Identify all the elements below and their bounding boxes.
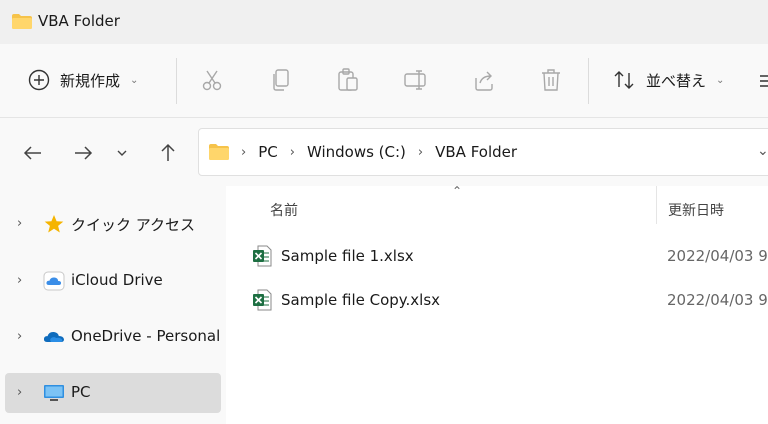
command-bar: 新規作成 ⌄ 並べ替え ⌄ [0,44,768,118]
column-header-name[interactable]: 名前 [270,200,298,220]
share-button[interactable] [470,66,498,94]
onedrive-icon [43,331,64,342]
sidebar-item-label: クイック アクセス [71,216,196,234]
address-dropdown-icon[interactable]: ⌄ [757,143,768,159]
file-row[interactable]: Sample file 1.xlsx 2022/04/03 9 [226,236,768,276]
sort-icon [614,71,634,89]
more-options-icon[interactable] [758,72,768,90]
paste-button[interactable] [334,66,362,94]
folder-icon [12,14,32,29]
window-title: VBA Folder [38,12,120,30]
breadcrumb: › PC › Windows (C:) › VBA Folder [241,143,517,161]
rename-icon [404,70,426,90]
breadcrumb-item-drive[interactable]: Windows (C:) [307,143,406,161]
expand-chevron-icon[interactable]: › [17,216,22,231]
sidebar-item-label: OneDrive - Personal [71,327,221,345]
toolbar-separator [176,58,177,104]
breadcrumb-item-folder[interactable]: VBA Folder [435,143,517,161]
breadcrumb-chevron-icon[interactable]: › [290,145,295,160]
file-row[interactable]: Sample file Copy.xlsx 2022/04/03 9 [226,280,768,320]
sort-ascending-icon: ⌃ [452,184,463,198]
share-icon [475,71,493,91]
file-modified-date: 2022/04/03 9 [667,291,768,309]
paste-icon [338,68,358,91]
sidebar-item-quick-access[interactable]: › クイック アクセス [5,204,221,244]
column-header-date[interactable]: 更新日時 [668,200,724,220]
breadcrumb-item-pc[interactable]: PC [258,143,278,161]
sidebar-item-icloud-drive[interactable]: › iCloud Drive [5,261,221,301]
file-name: Sample file 1.xlsx [281,247,414,265]
title-bar: VBA Folder [0,0,768,44]
breadcrumb-chevron-icon[interactable]: › [241,145,246,160]
excel-file-icon [253,289,272,311]
excel-file-icon [253,245,272,267]
address-bar-row: › PC › Windows (C:) › VBA Folder ⌄ [0,118,768,186]
plus-circle-icon [28,69,50,91]
cut-icon [202,70,222,91]
star-icon [44,215,64,233]
new-button[interactable]: 新規作成 ⌄ [28,64,138,96]
sidebar-item-pc[interactable]: › PC [5,373,221,413]
icloud-icon [43,271,65,291]
sort-button[interactable]: 並べ替え ⌄ [612,64,724,96]
expand-chevron-icon[interactable]: › [17,329,22,344]
navigation-pane: › クイック アクセス › iCloud Drive › OneDrive - … [0,186,226,424]
column-divider[interactable] [656,186,657,224]
copy-icon [273,69,289,91]
sidebar-item-onedrive[interactable]: › OneDrive - Personal [5,317,221,357]
breadcrumb-chevron-icon[interactable]: › [418,145,423,160]
address-field[interactable]: › PC › Windows (C:) › VBA Folder ⌄ [198,128,768,176]
delete-icon [542,69,560,91]
pc-icon [44,385,64,401]
chevron-down-icon: ⌄ [130,74,139,86]
folder-icon [209,144,229,160]
file-list: ⌃ 名前 更新日時 Sample file 1.xlsx 2022/04/03 … [226,184,768,424]
chevron-down-icon: ⌄ [716,74,725,86]
file-modified-date: 2022/04/03 9 [667,247,768,265]
rename-button[interactable] [402,66,430,94]
copy-button[interactable] [267,66,295,94]
sidebar-item-label: PC [71,383,91,401]
back-arrow-icon[interactable] [20,140,46,166]
new-button-label: 新規作成 [60,71,121,90]
expand-chevron-icon[interactable]: › [17,385,22,400]
file-name: Sample file Copy.xlsx [281,291,441,309]
forward-arrow-icon[interactable] [70,140,96,166]
expand-chevron-icon[interactable]: › [17,273,22,288]
sort-button-label: 並べ替え [646,71,707,90]
sidebar-item-label: iCloud Drive [71,271,163,289]
toolbar-separator [588,58,589,104]
up-arrow-icon[interactable] [155,140,181,166]
delete-button[interactable] [537,66,565,94]
cut-button[interactable] [198,66,226,94]
recent-locations-chevron-icon[interactable] [113,140,131,166]
